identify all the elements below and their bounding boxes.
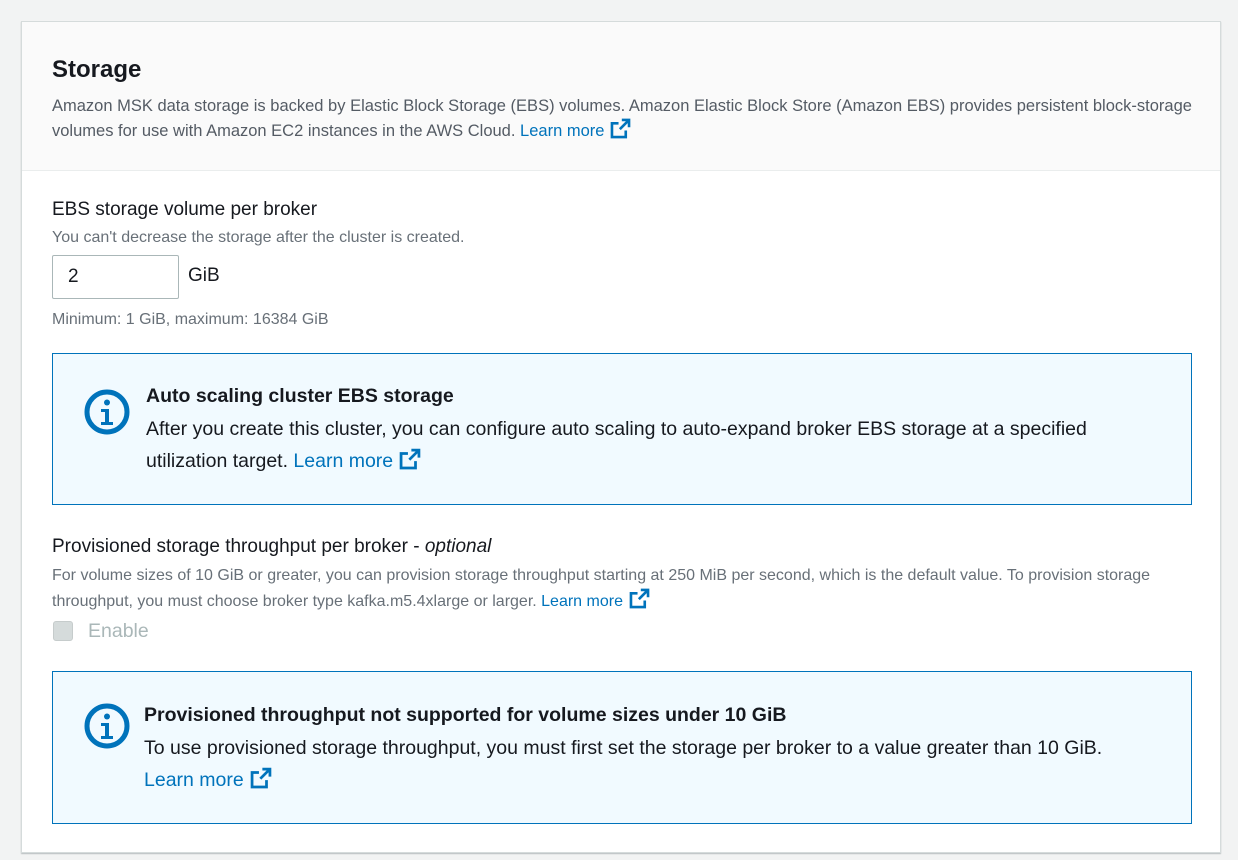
ebs-volume-unit: GiB	[188, 265, 220, 286]
ebs-volume-constraint: Minimum: 1 GiB, maximum: 16384 GiB	[52, 311, 329, 328]
throughput-label-optional: optional	[424, 536, 492, 557]
throughput-alert-learn-more-link[interactable]: Learn more	[144, 767, 272, 791]
external-link-icon	[629, 588, 650, 609]
autoscaling-learn-more-link[interactable]: Learn more	[293, 448, 421, 472]
external-link-icon	[611, 118, 631, 139]
throughput-description: For volume sizes of 10 GiB or greater, y…	[52, 564, 1192, 614]
panel-header: Storage Amazon MSK data storage is backe…	[22, 22, 1220, 171]
info-icon	[84, 703, 130, 749]
storage-learn-more-link[interactable]: Learn more	[520, 118, 631, 140]
autoscaling-alert-title: Auto scaling cluster EBS storage	[146, 385, 454, 407]
enable-throughput-label: Enable	[88, 620, 149, 642]
autoscaling-info-alert: Auto scaling cluster EBS storage After y…	[52, 353, 1192, 505]
external-link-icon	[250, 767, 272, 789]
autoscaling-alert-body: After you create this cluster, you can c…	[146, 413, 1156, 477]
throughput-alert-title: Provisioned throughput not supported for…	[144, 704, 787, 726]
autoscaling-learn-more-label: Learn more	[293, 450, 394, 472]
ebs-volume-input[interactable]: 2	[52, 255, 179, 299]
throughput-info-alert: Provisioned throughput not supported for…	[52, 671, 1192, 824]
throughput-learn-more-label: Learn more	[541, 593, 623, 610]
ebs-volume-label: EBS storage volume per broker	[52, 199, 318, 220]
storage-learn-more-label: Learn more	[520, 122, 605, 140]
throughput-alert-body: To use provisioned storage throughput, y…	[144, 732, 1174, 796]
throughput-alert-learn-more-label: Learn more	[144, 769, 244, 791]
throughput-label: Provisioned storage throughput per broke…	[52, 536, 491, 558]
enable-throughput-checkbox[interactable]	[53, 621, 73, 641]
throughput-alert-text: To use provisioned storage throughput, y…	[144, 737, 1103, 759]
throughput-label-text: Provisioned storage throughput per broke…	[52, 536, 425, 557]
info-icon	[84, 389, 130, 435]
storage-panel: Storage Amazon MSK data storage is backe…	[21, 21, 1221, 853]
panel-description: Amazon MSK data storage is backed by Ela…	[52, 94, 1192, 143]
external-link-icon	[399, 448, 421, 470]
panel-title: Storage	[52, 56, 142, 83]
ebs-volume-description: You can't decrease the storage after the…	[52, 229, 465, 246]
autoscaling-alert-text: After you create this cluster, you can c…	[146, 418, 1087, 472]
throughput-learn-more-link[interactable]: Learn more	[541, 588, 650, 610]
